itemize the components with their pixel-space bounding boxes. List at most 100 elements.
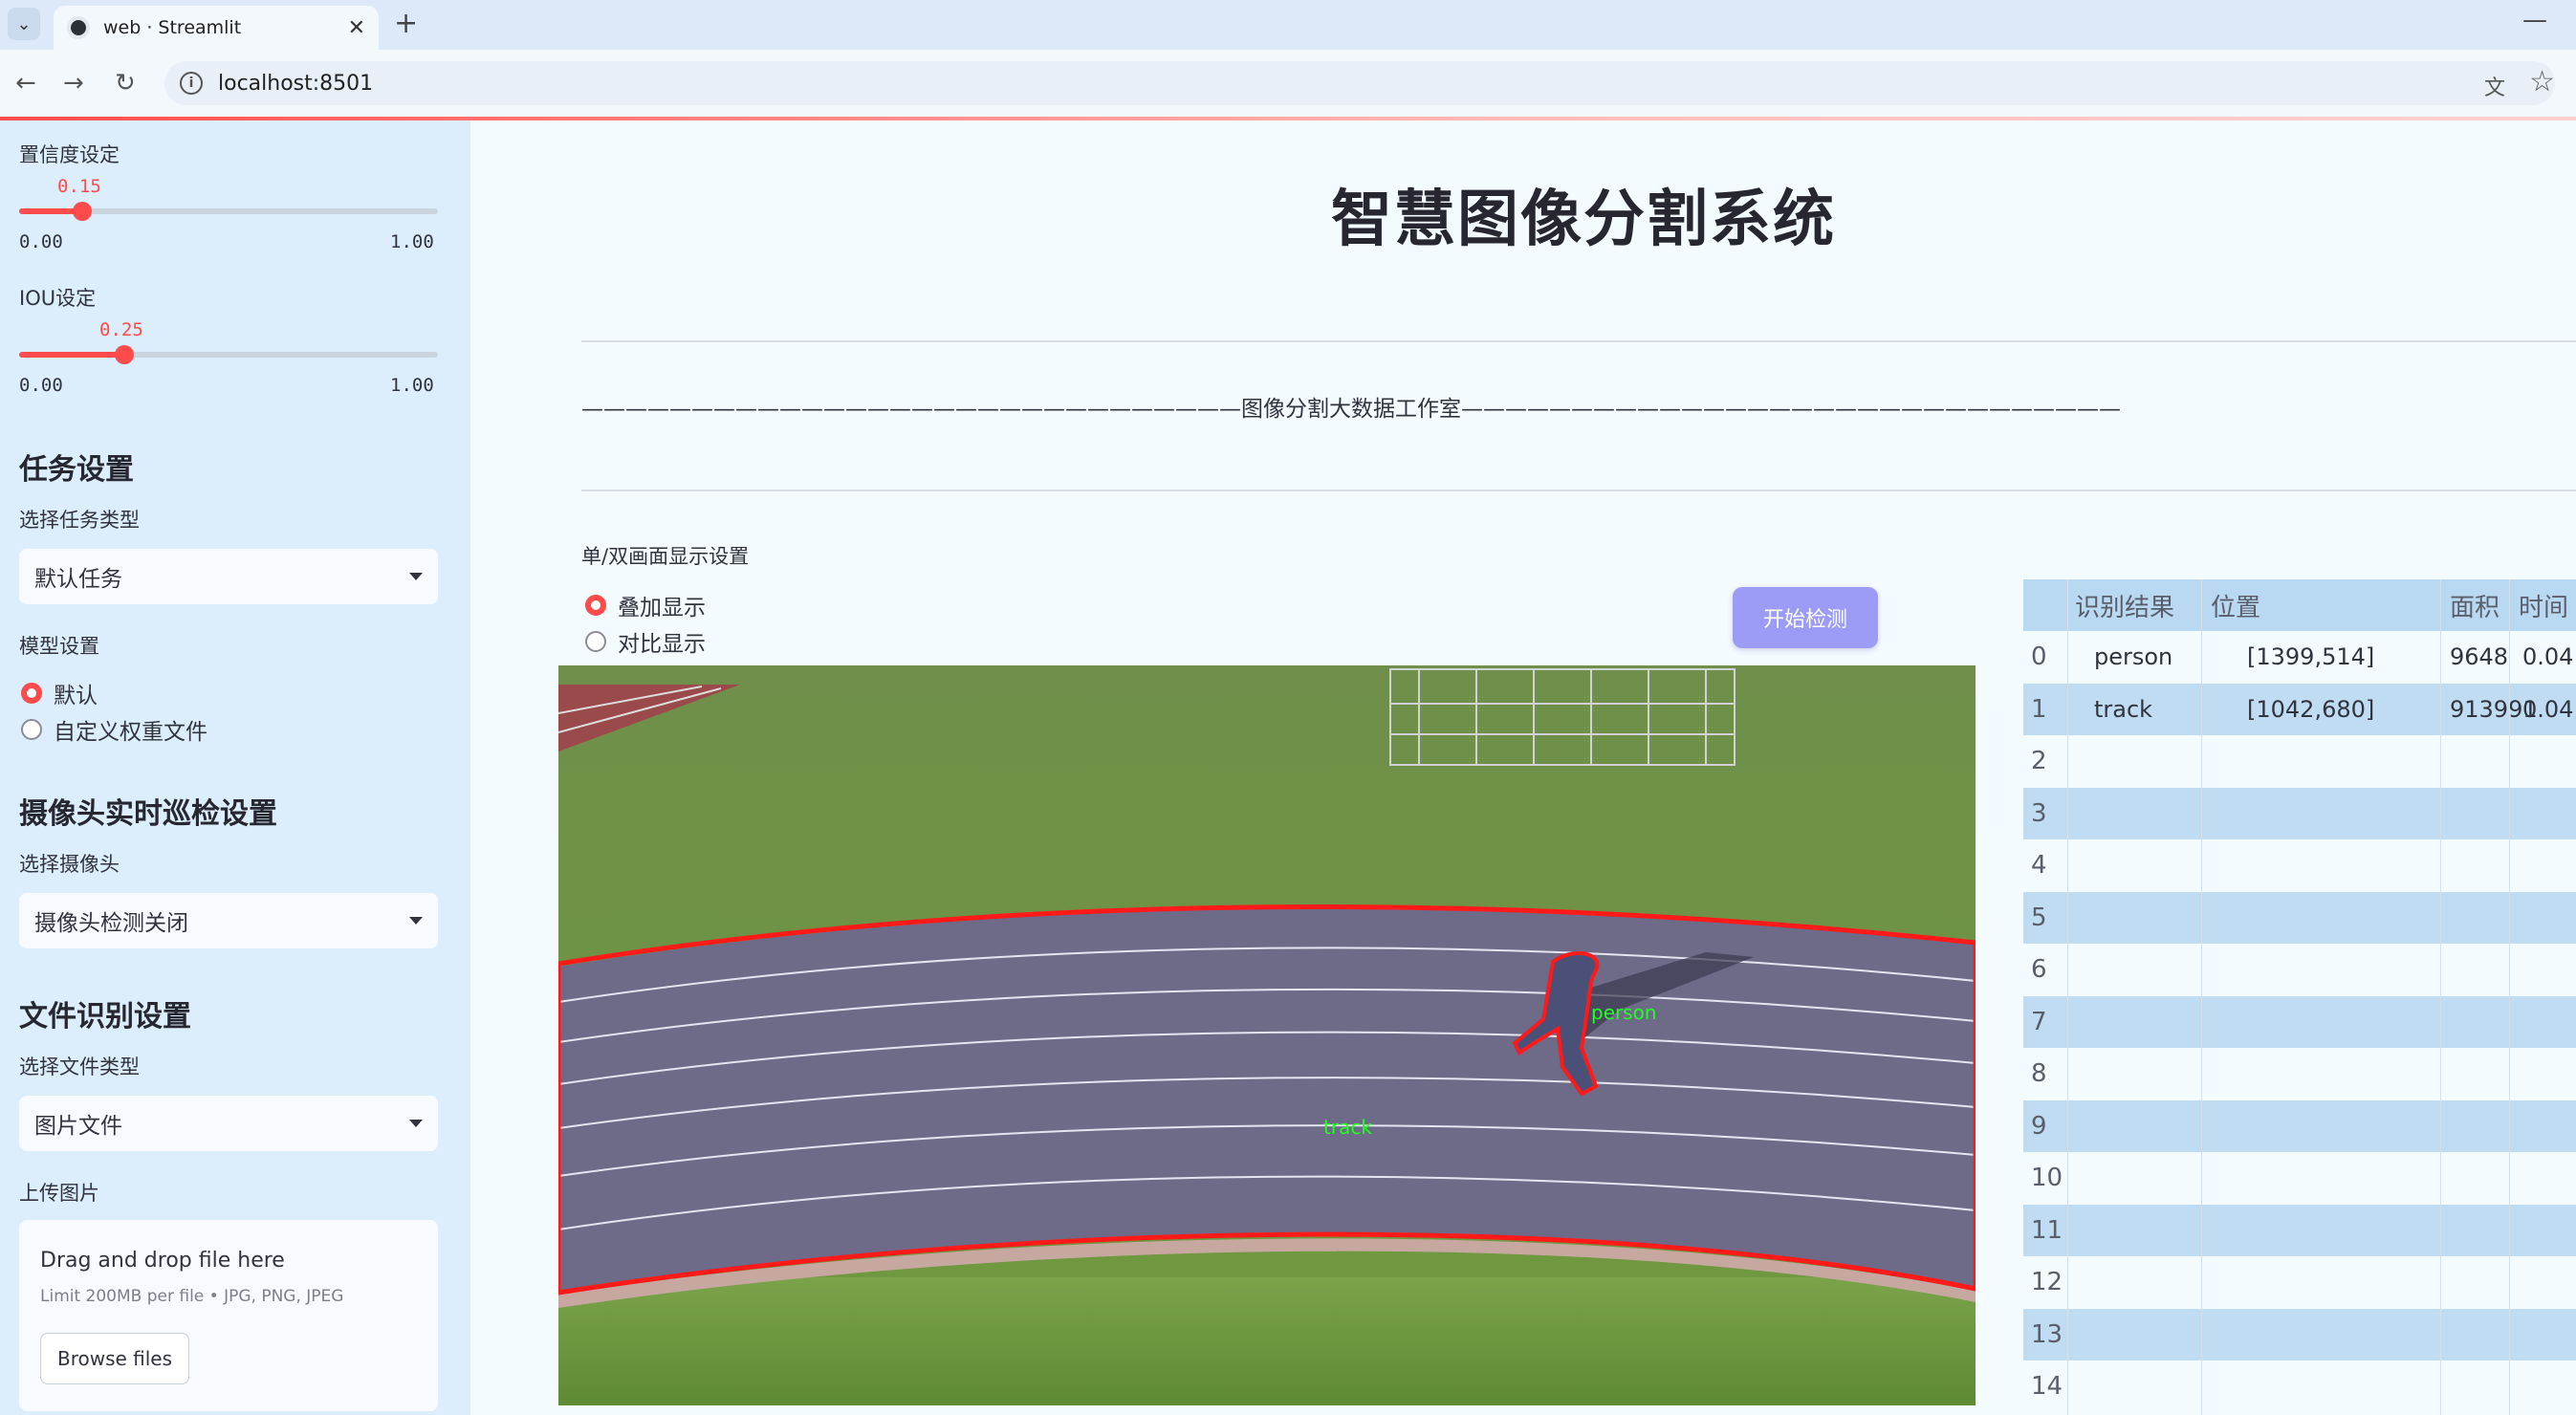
studio-divider-text: ——————————————————————————————图像分割大数据工作室… <box>581 397 2121 422</box>
cell-time: 0.04 <box>2522 695 2574 723</box>
file-uploader-dropzone[interactable]: Drag and drop file here Limit 200MB per … <box>19 1220 438 1411</box>
task-type-value: 默认任务 <box>34 567 122 592</box>
camera-select[interactable]: 摄像头检测关闭 <box>19 893 438 948</box>
minimize-icon[interactable]: — <box>2522 6 2547 34</box>
confidence-slider[interactable] <box>19 202 438 221</box>
row-index: 7 <box>2031 1007 2047 1036</box>
model-radio-default[interactable]: 默认 <box>21 677 98 709</box>
iou-value: 0.25 <box>99 319 143 340</box>
cell-area: 9648 <box>2450 643 2509 670</box>
results-table[interactable]: 识别结果 位置 面积 时间 0 person [1399,514] 9648 0.04 1… <box>2023 579 2576 1415</box>
table-row[interactable]: 9 <box>2023 1099 2576 1152</box>
new-tab-icon[interactable]: + <box>394 8 418 40</box>
browser-tab-bar: ⌄ web · Streamlit ✕ + — <box>0 0 2576 50</box>
radio-selected-icon[interactable] <box>585 595 606 616</box>
divider-line <box>581 340 2576 342</box>
iou-min: 0.00 <box>19 375 63 396</box>
task-type-label: 选择任务类型 <box>19 509 140 532</box>
person-label: person <box>1591 1001 1657 1024</box>
header-area: 面积 <box>2450 593 2500 622</box>
camera-value: 摄像头检测关闭 <box>34 911 188 936</box>
model-option-label: 默认 <box>54 684 98 708</box>
row-index: 1 <box>2031 694 2047 724</box>
table-row[interactable]: 1 track [1042,680] 913991 0.04 <box>2023 683 2576 735</box>
table-row[interactable]: 4 <box>2023 839 2576 891</box>
confidence-label: 置信度设定 <box>19 143 120 166</box>
model-label: 模型设置 <box>19 635 99 658</box>
confidence-min: 0.00 <box>19 231 63 252</box>
table-row[interactable]: 14 <box>2023 1361 2576 1412</box>
forward-icon[interactable]: → <box>63 69 84 98</box>
table-row[interactable]: 7 <box>2023 995 2576 1048</box>
row-index: 11 <box>2031 1215 2063 1245</box>
table-row[interactable]: 5 <box>2023 891 2576 944</box>
bookmark-star-icon[interactable]: ☆ <box>2529 65 2555 98</box>
track-scene: person track <box>558 665 1976 1405</box>
back-icon[interactable]: ← <box>15 69 36 98</box>
start-detection-button[interactable]: 开始检测 <box>1733 587 1878 648</box>
task-type-select[interactable]: 默认任务 <box>19 549 438 604</box>
cell-time: 0.04 <box>2522 643 2574 670</box>
table-row[interactable]: 6 <box>2023 944 2576 995</box>
table-row[interactable]: 11 <box>2023 1204 2576 1256</box>
display-radio-compare[interactable]: 对比显示 <box>585 625 706 658</box>
address-bar: ← → ↻ i localhost:8501 文 ☆ <box>0 50 2576 117</box>
upload-limit: Limit 200MB per file • JPG, PNG, JPEG <box>40 1287 344 1306</box>
confidence-max: 1.00 <box>390 231 434 252</box>
cell-result: track <box>2094 695 2153 723</box>
tab-title: web · Streamlit <box>103 17 242 38</box>
iou-slider-fill <box>19 352 124 358</box>
column-divider <box>2067 579 2068 1415</box>
table-row[interactable]: 12 <box>2023 1256 2576 1308</box>
camera-heading: 摄像头实时巡检设置 <box>19 797 277 831</box>
file-type-select[interactable]: 图片文件 <box>19 1096 438 1151</box>
row-index: 2 <box>2031 747 2047 775</box>
translate-icon[interactable]: 文 <box>2484 71 2505 101</box>
confidence-slider-thumb[interactable] <box>73 202 92 221</box>
model-option-label: 自定义权重文件 <box>54 720 207 745</box>
display-radio-overlay[interactable]: 叠加显示 <box>585 589 706 621</box>
radio-selected-icon[interactable] <box>21 683 42 704</box>
streamlit-favicon-icon <box>67 16 90 39</box>
row-index: 6 <box>2031 955 2047 984</box>
file-heading: 文件识别设置 <box>19 1000 191 1034</box>
row-index: 4 <box>2031 851 2047 880</box>
reload-icon[interactable]: ↻ <box>115 69 136 98</box>
table-row[interactable]: 8 <box>2023 1048 2576 1099</box>
table-row[interactable]: 10 <box>2023 1152 2576 1204</box>
display-option-label: 叠加显示 <box>618 596 706 620</box>
segmentation-result-image: person track <box>558 665 1976 1405</box>
track-label: track <box>1323 1116 1372 1139</box>
header-result: 识别结果 <box>2075 593 2175 622</box>
iou-max: 1.00 <box>390 375 434 396</box>
browse-files-button[interactable]: Browse files <box>40 1333 189 1384</box>
radio-unselected-icon[interactable] <box>21 719 42 740</box>
row-index: 5 <box>2031 903 2047 932</box>
display-option-label: 对比显示 <box>618 632 706 657</box>
cell-result: person <box>2094 643 2173 670</box>
row-index: 12 <box>2031 1268 2063 1296</box>
column-divider <box>2440 579 2441 1415</box>
confidence-value: 0.15 <box>57 176 101 197</box>
radio-unselected-icon[interactable] <box>585 631 606 652</box>
url-field[interactable]: i localhost:8501 <box>164 61 2555 105</box>
column-divider <box>2509 579 2510 1415</box>
page-title: 智慧图像分割系统 <box>1331 185 1836 255</box>
close-icon[interactable]: ✕ <box>348 16 365 40</box>
table-row[interactable]: 13 <box>2023 1308 2576 1361</box>
model-radio-custom[interactable]: 自定义权重文件 <box>21 713 207 746</box>
row-index: 13 <box>2031 1319 2063 1349</box>
iou-slider-thumb[interactable] <box>115 345 134 364</box>
site-info-icon[interactable]: i <box>180 72 203 95</box>
divider-line <box>581 490 2576 491</box>
iou-slider[interactable] <box>19 345 438 364</box>
sidebar: 置信度设定 0.15 0.00 1.00 IOU设定 0.25 0.00 1.0… <box>0 120 470 1415</box>
upload-title: Drag and drop file here <box>40 1249 285 1273</box>
table-row[interactable]: 0 person [1399,514] 9648 0.04 <box>2023 631 2576 683</box>
row-index: 14 <box>2031 1372 2063 1401</box>
column-divider <box>2201 579 2202 1415</box>
browser-tab[interactable]: web · Streamlit ✕ <box>54 6 379 50</box>
table-row[interactable]: 3 <box>2023 787 2576 839</box>
table-row[interactable]: 2 <box>2023 735 2576 787</box>
tab-search-icon[interactable]: ⌄ <box>8 8 40 40</box>
